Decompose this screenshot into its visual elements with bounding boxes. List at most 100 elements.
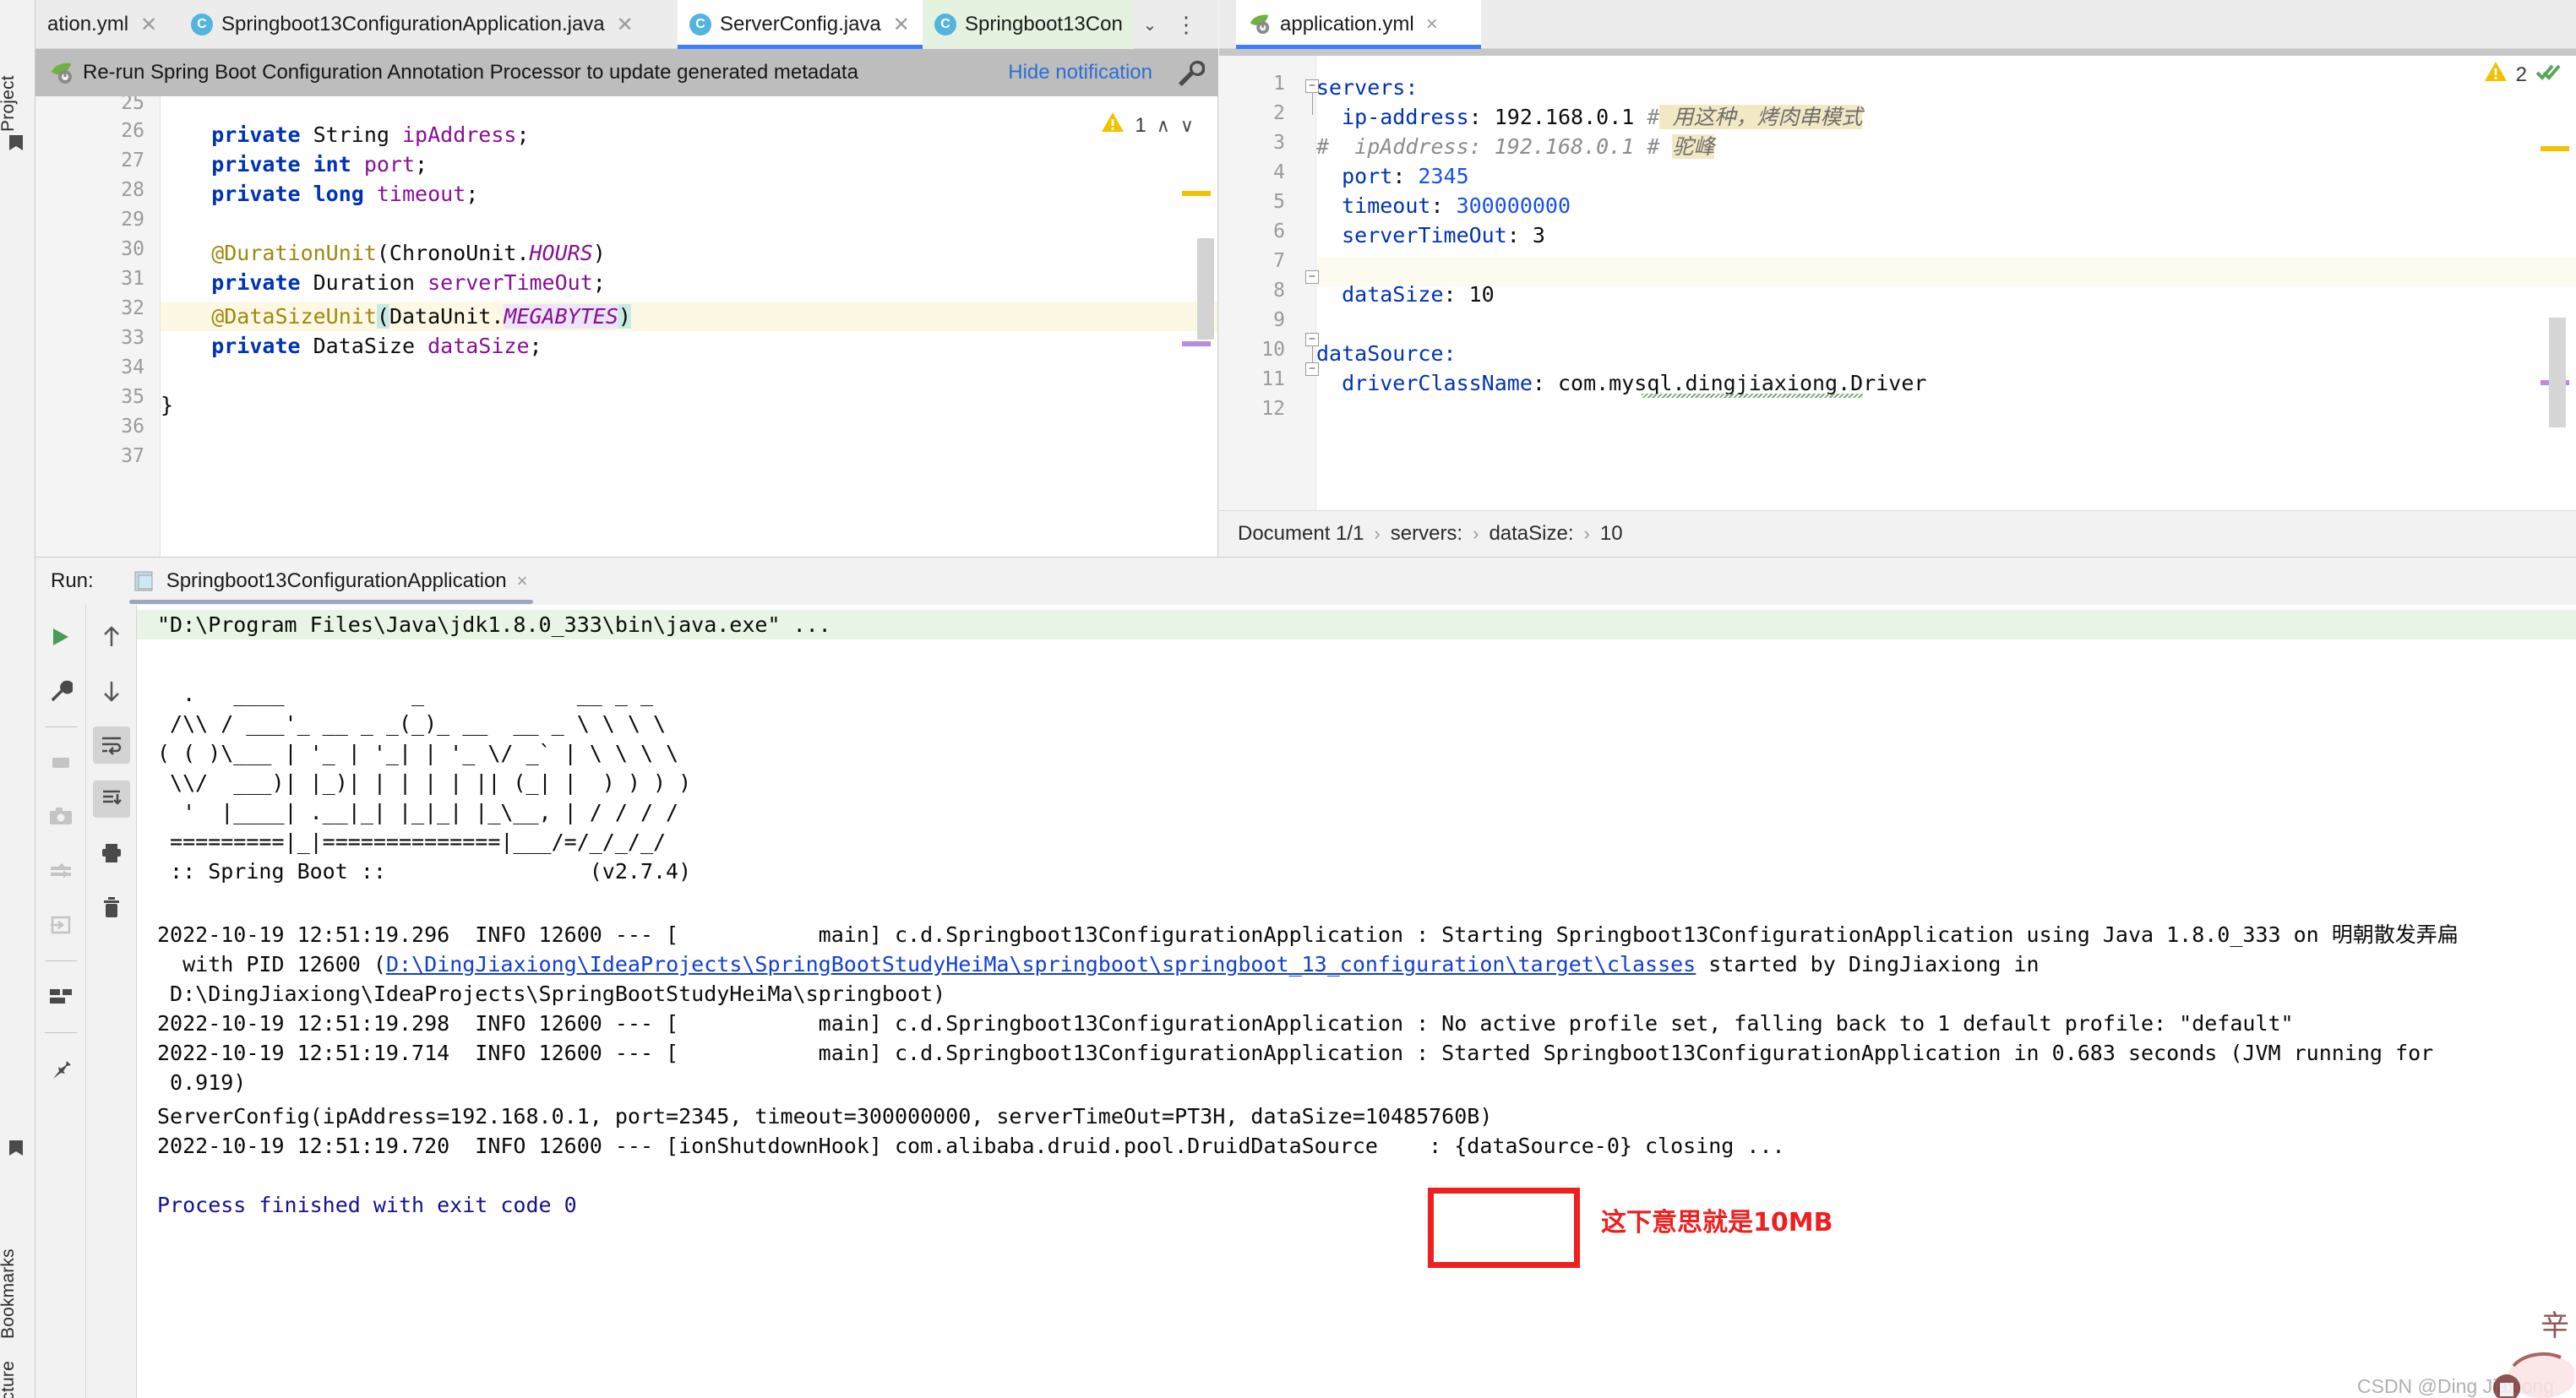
tab-springboot13configurationapplication-java[interactable]: C Springboot13ConfigurationApplication.j… <box>179 0 634 49</box>
yaml-inspection-summary[interactable]: 2 <box>2484 61 2561 89</box>
breadcrumb-item-document[interactable]: Document 1/1 <box>1238 522 1364 546</box>
line-number: 7 <box>1273 250 1285 272</box>
yaml-line: driverClassName: com.mysql.dingjiaxiong.… <box>1316 371 1927 395</box>
gutter-change-marker[interactable] <box>1182 341 1211 346</box>
fold-line <box>1312 93 1313 115</box>
warning-triangle-icon <box>2484 61 2508 89</box>
run-config-icon <box>134 569 156 593</box>
settings-wrench-icon[interactable] <box>42 672 79 710</box>
run-icon[interactable] <box>42 618 79 655</box>
breadcrumb-separator: › <box>1583 523 1590 544</box>
run-console-output[interactable]: "D:\Program Files\Java\jdk1.8.0_333\bin\… <box>137 605 2576 1398</box>
console-banner-line: ( ( )\___ | '_ | '_| | '_ \/ _` | \ \ \ … <box>157 741 679 765</box>
java-code-editor[interactable]: 25 26 27 28 29 30 31 32 33 34 35 36 37 p… <box>35 96 1218 557</box>
warning-triangle-icon <box>1101 112 1125 139</box>
breadcrumb-item-servers[interactable]: servers: <box>1391 522 1462 546</box>
java-inspection-summary[interactable]: 1 ∧ ∨ <box>1101 112 1194 139</box>
tab-springboot13con[interactable]: C Springboot13Con <box>923 0 1134 49</box>
scroll-to-end-icon[interactable] <box>92 781 130 818</box>
console-banner-line: ' |____| .__|_| |_|_| |_\__, | / / / / <box>157 800 679 824</box>
chevron-down-icon[interactable]: ⌄ <box>1134 0 1166 49</box>
java-code-text[interactable]: private String ipAddress; private int po… <box>161 96 1217 557</box>
scroll-up-icon[interactable] <box>93 618 130 655</box>
breadcrumb-separator: › <box>1374 523 1381 544</box>
editor-scrollbar-thumb[interactable] <box>2549 318 2566 427</box>
annotation-note: 这下意思就是10MB <box>1601 1208 1833 1238</box>
notification-text: Re-run Spring Boot Configuration Annotat… <box>83 61 858 84</box>
line-number: 4 <box>1273 161 1285 183</box>
log-text: with PID 12600 ( <box>157 952 386 976</box>
line-number: 28 <box>121 179 144 201</box>
line-number: 10 <box>1261 339 1285 361</box>
run-config-name: Springboot13ConfigurationApplication <box>166 569 507 592</box>
line-number: 6 <box>1273 220 1285 242</box>
tab-application-yml-partial[interactable]: ation.yml ✕ <box>35 0 179 49</box>
yaml-line: ip-address: 192.168.0.1 # 用这种，烤肉串模式 <box>1316 105 1863 129</box>
editor-tab-bar: ation.yml ✕ C Springboot13ConfigurationA… <box>35 0 1218 49</box>
breadcrumb-separator: › <box>1473 523 1479 544</box>
tab-application-yml[interactable]: application.yml × <box>1236 0 1481 49</box>
close-icon[interactable]: ✕ <box>893 13 910 37</box>
svg-text:辛: 辛 <box>2541 1309 2569 1343</box>
camera-icon[interactable] <box>42 798 79 835</box>
console-log-line: 2022-10-19 12:51:19.296 INFO 12600 --- [… <box>157 922 2459 947</box>
hide-notification-link[interactable]: Hide notification <box>1008 61 1152 84</box>
breadcrumb-item-value[interactable]: 10 <box>1600 522 1623 546</box>
ide-window: Project Bookmarks Structure ation.yml ✕ … <box>0 0 2576 1398</box>
run-configuration-tab[interactable]: Springboot13ConfigurationApplication × <box>128 558 533 606</box>
console-banner-line: :: Spring Boot :: (v2.7.4) <box>157 859 692 884</box>
green-check-icon[interactable] <box>2535 61 2561 89</box>
breadcrumb-item-datasize[interactable]: dataSize: <box>1489 522 1573 546</box>
code-line: private int port; <box>161 152 428 177</box>
java-gutter[interactable]: 25 26 27 28 29 30 31 32 33 34 35 36 37 <box>35 96 161 557</box>
prev-problem-icon[interactable]: ∧ <box>1157 115 1170 137</box>
line-number: 30 <box>121 238 144 260</box>
layout-icon[interactable] <box>42 978 79 1015</box>
wrench-icon[interactable] <box>1176 59 1206 86</box>
yaml-code-text[interactable]: − − − − servers: ip-address: 192.168.0.1… <box>1305 56 2576 510</box>
yaml-code-editor[interactable]: 1 2 3 4 5 6 7 8 9 10 11 12 − − − − serve… <box>1219 49 2576 557</box>
file-path-link[interactable]: D:\DingJiaxiong\IdeaProjects\SpringBootS… <box>386 952 1696 976</box>
editor-scrollbar-thumb[interactable] <box>1197 238 1214 340</box>
console-command-line: "D:\Program Files\Java\jdk1.8.0_333\bin\… <box>137 610 2576 639</box>
console-log-line: 0.919) <box>157 1070 247 1095</box>
console-log-line: 2022-10-19 12:51:19.298 INFO 12600 --- [… <box>157 1011 2294 1036</box>
next-problem-icon[interactable]: ∨ <box>1180 115 1194 137</box>
gutter-warning-marker[interactable] <box>1182 191 1211 196</box>
close-icon[interactable]: × <box>517 570 528 592</box>
clear-all-icon[interactable] <box>93 889 130 926</box>
sidebar-item-project[interactable]: Project <box>0 5 37 132</box>
close-icon[interactable]: × <box>1426 13 1438 36</box>
decorative-stamp-icon: 辛 <box>2448 1305 2576 1398</box>
run-toolbar-secondary <box>86 605 137 1398</box>
yaml-line: port: 2345 <box>1316 164 1469 188</box>
line-number: 8 <box>1273 280 1285 302</box>
scroll-down-icon[interactable] <box>93 672 130 710</box>
gutter-warning-marker[interactable] <box>2541 146 2569 151</box>
line-number: 29 <box>121 209 144 231</box>
tab-options-kebab-icon[interactable]: ⋮ <box>1172 0 1201 49</box>
print-icon[interactable] <box>93 835 130 872</box>
pin-icon[interactable] <box>42 1050 79 1087</box>
stop-icon[interactable] <box>42 744 79 781</box>
sidebar-item-structure[interactable]: Structure <box>0 1308 37 1398</box>
line-number: 3 <box>1273 132 1285 154</box>
yaml-line: dataSource: <box>1316 341 1457 366</box>
code-line: } <box>161 393 174 417</box>
spellcheck-squiggle <box>1642 394 1863 398</box>
log-text: started by DingJiaxiong in <box>1696 952 2040 976</box>
export-icon[interactable] <box>42 906 79 944</box>
yaml-spring-icon <box>1248 14 1272 35</box>
yaml-gutter[interactable]: 1 2 3 4 5 6 7 8 9 10 11 12 <box>1219 56 1316 510</box>
line-number: 12 <box>1261 398 1285 420</box>
close-icon[interactable]: ✕ <box>140 13 157 37</box>
thread-dump-icon[interactable] <box>42 852 79 889</box>
code-line: private Duration serverTimeOut; <box>161 270 606 295</box>
soft-wrap-icon[interactable] <box>92 726 130 764</box>
editor-top-divider <box>1219 49 2576 56</box>
yaml-line: servers: <box>1316 75 1419 100</box>
yaml-line: serverTimeOut: 3 <box>1316 223 1545 248</box>
tab-serverconfig-java[interactable]: C ServerConfig.java ✕ <box>678 0 923 49</box>
close-icon[interactable]: ✕ <box>617 13 634 37</box>
toolbar-divider <box>44 960 77 961</box>
